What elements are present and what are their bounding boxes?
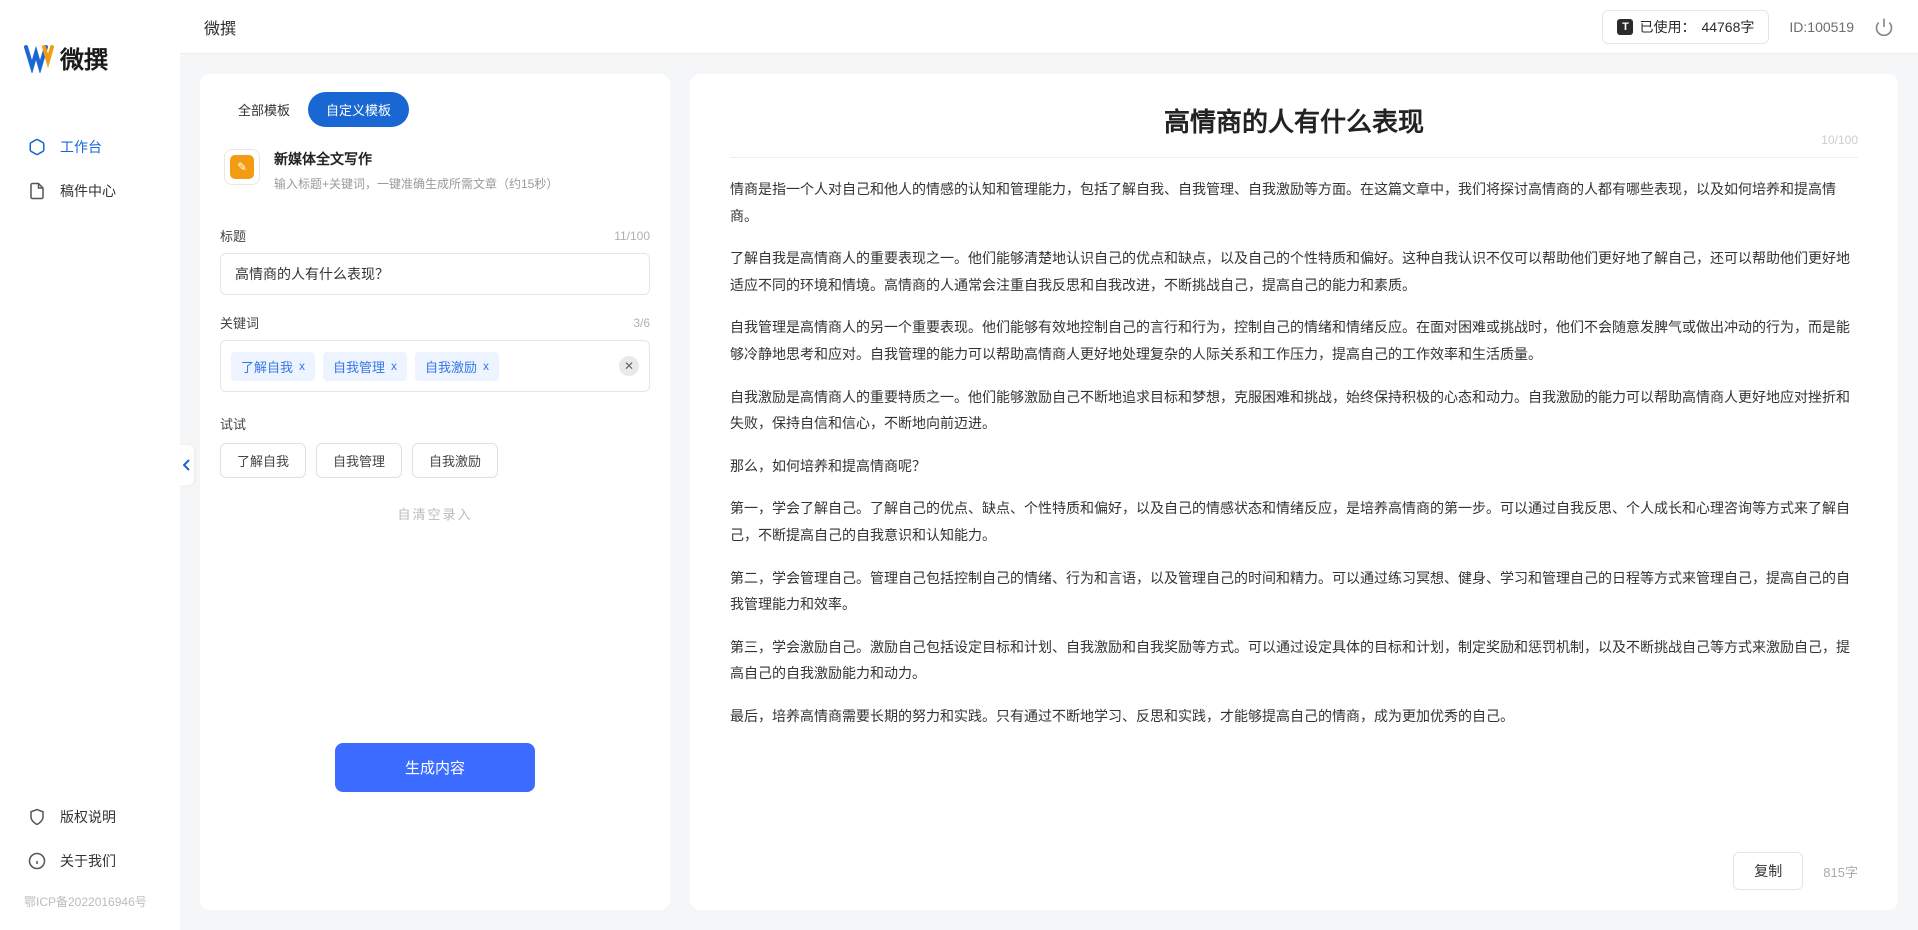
tag-text: 自我管理	[333, 357, 385, 376]
keyword-tag[interactable]: 自我管理 x	[323, 352, 407, 381]
icp-text: 鄂ICP备2022016946号	[0, 883, 180, 910]
keyword-tag[interactable]: 了解自我 x	[231, 352, 315, 381]
sidebar-collapse-handle[interactable]	[180, 445, 194, 485]
nav: 工作台 稿件中心	[0, 115, 180, 795]
text-icon: T	[1617, 19, 1633, 35]
template-title: 新媒体全文写作	[274, 149, 558, 169]
tag-remove-icon[interactable]: x	[483, 359, 489, 373]
tab-custom-template[interactable]: 自定义模板	[308, 92, 409, 127]
doc-body: 情商是指一个人对自己和他人的情感的认知和管理能力，包括了解自我、自我管理、自我激…	[730, 176, 1858, 746]
workbench-icon	[28, 138, 46, 156]
keywords-group: 关键词 3/6 了解自我 x 自我管理 x 自我激励 x ✕	[220, 313, 650, 392]
clear-keywords-button[interactable]: ✕	[619, 356, 639, 376]
usage-label: 已使用：	[1639, 17, 1695, 37]
tab-label: 全部模板	[238, 103, 290, 118]
doc-paragraph: 第二，学会管理自己。管理自己包括控制自己的情绪、行为和言语，以及管理自己的时间和…	[730, 565, 1858, 618]
title-label: 标题	[220, 226, 246, 245]
usage-value: 44768字	[1701, 17, 1754, 37]
doc-paragraph: 最后，培养高情商需要长期的努力和实践。只有通过不断地学习、反思和实践，才能够提高…	[730, 703, 1858, 730]
nav-label: 版权说明	[60, 807, 116, 827]
nav-label: 工作台	[60, 137, 102, 157]
keywords-label: 关键词	[220, 313, 259, 332]
logo-text: 微撰	[60, 40, 108, 75]
doc-title: 高情商的人有什么表现	[730, 102, 1858, 139]
auto-clear-link[interactable]: 自清空录入	[220, 504, 650, 523]
nav-item-drafts[interactable]: 稿件中心	[0, 169, 180, 213]
sidebar-bottom: 版权说明 关于我们 鄂ICP备2022016946号	[0, 795, 180, 920]
header-title: 微撰	[204, 15, 236, 39]
doc-paragraph: 第三，学会激励自己。激励自己包括设定目标和计划、自我激励和自我奖励等方式。可以通…	[730, 634, 1858, 687]
title-group: 标题 11/100	[220, 226, 650, 295]
tag-text: 自我激励	[425, 357, 477, 376]
template-card: ✎ 新媒体全文写作 输入标题+关键词，一键准确生成所需文章（约15秒）	[220, 143, 650, 208]
power-icon[interactable]	[1874, 17, 1894, 37]
try-section: 试试 了解自我 自我管理 自我激励	[220, 414, 650, 478]
doc-paragraph: 了解自我是高情商人的重要表现之一。他们能够清楚地认识自己的优点和缺点，以及自己的…	[730, 245, 1858, 298]
nav-label: 关于我们	[60, 851, 116, 871]
generate-button[interactable]: 生成内容	[335, 743, 535, 792]
shield-icon	[28, 808, 46, 826]
copy-button[interactable]: 复制	[1733, 852, 1803, 890]
drafts-icon	[28, 182, 46, 200]
doc-paragraph: 那么，如何培养和提高情商呢？	[730, 453, 1858, 480]
template-icon: ✎	[224, 149, 260, 185]
try-chip[interactable]: 自我管理	[316, 443, 402, 478]
logo-icon	[24, 43, 54, 73]
template-desc: 输入标题+关键词，一键准确生成所需文章（约15秒）	[274, 175, 558, 192]
doc-paragraph: 第一，学会了解自己。了解自己的优点、缺点、个性特质和偏好，以及自己的情感状态和情…	[730, 495, 1858, 548]
user-id: ID:100519	[1789, 19, 1854, 35]
doc-paragraph: 自我管理是高情商人的另一个重要表现。他们能够有效地控制自己的言行和行为，控制自己…	[730, 314, 1858, 367]
nav-item-copyright[interactable]: 版权说明	[0, 795, 180, 839]
word-count: 815字	[1823, 862, 1858, 881]
sidebar: 微撰 工作台 稿件中心 版权说明	[0, 0, 180, 930]
nav-label: 稿件中心	[60, 181, 116, 201]
tabs: 全部模板 自定义模板	[220, 92, 650, 127]
nav-item-workbench[interactable]: 工作台	[0, 125, 180, 169]
editor-panel: 全部模板 自定义模板 ✎ 新媒体全文写作 输入标题+关键词，一键准确生成所需文章…	[200, 74, 670, 910]
doc-title-count: 10/100	[1821, 133, 1858, 147]
keywords-count: 3/6	[633, 316, 650, 330]
usage-badge[interactable]: T 已使用： 44768字	[1602, 10, 1769, 44]
try-chip[interactable]: 了解自我	[220, 443, 306, 478]
info-icon	[28, 852, 46, 870]
tag-remove-icon[interactable]: x	[391, 359, 397, 373]
doc-paragraph: 自我激励是高情商人的重要特质之一。他们能够激励自己不断地追求目标和梦想，克服困难…	[730, 384, 1858, 437]
logo[interactable]: 微撰	[0, 20, 180, 115]
tab-label: 自定义模板	[326, 103, 391, 118]
keyword-tag[interactable]: 自我激励 x	[415, 352, 499, 381]
tab-all-templates[interactable]: 全部模板	[220, 92, 308, 127]
title-input[interactable]	[220, 253, 650, 295]
title-count: 11/100	[614, 229, 650, 243]
doc-paragraph: 情商是指一个人对自己和他人的情感的认知和管理能力，包括了解自我、自我管理、自我激…	[730, 176, 1858, 229]
tag-remove-icon[interactable]: x	[299, 359, 305, 373]
tag-text: 了解自我	[241, 357, 293, 376]
header: 微撰 T 已使用： 44768字 ID:100519	[180, 0, 1918, 54]
try-label: 试试	[220, 414, 650, 433]
output-panel: 高情商的人有什么表现 10/100 情商是指一个人对自己和他人的情感的认知和管理…	[690, 74, 1898, 910]
nav-item-about[interactable]: 关于我们	[0, 839, 180, 883]
try-chip[interactable]: 自我激励	[412, 443, 498, 478]
keywords-input[interactable]: 了解自我 x 自我管理 x 自我激励 x ✕	[220, 340, 650, 392]
